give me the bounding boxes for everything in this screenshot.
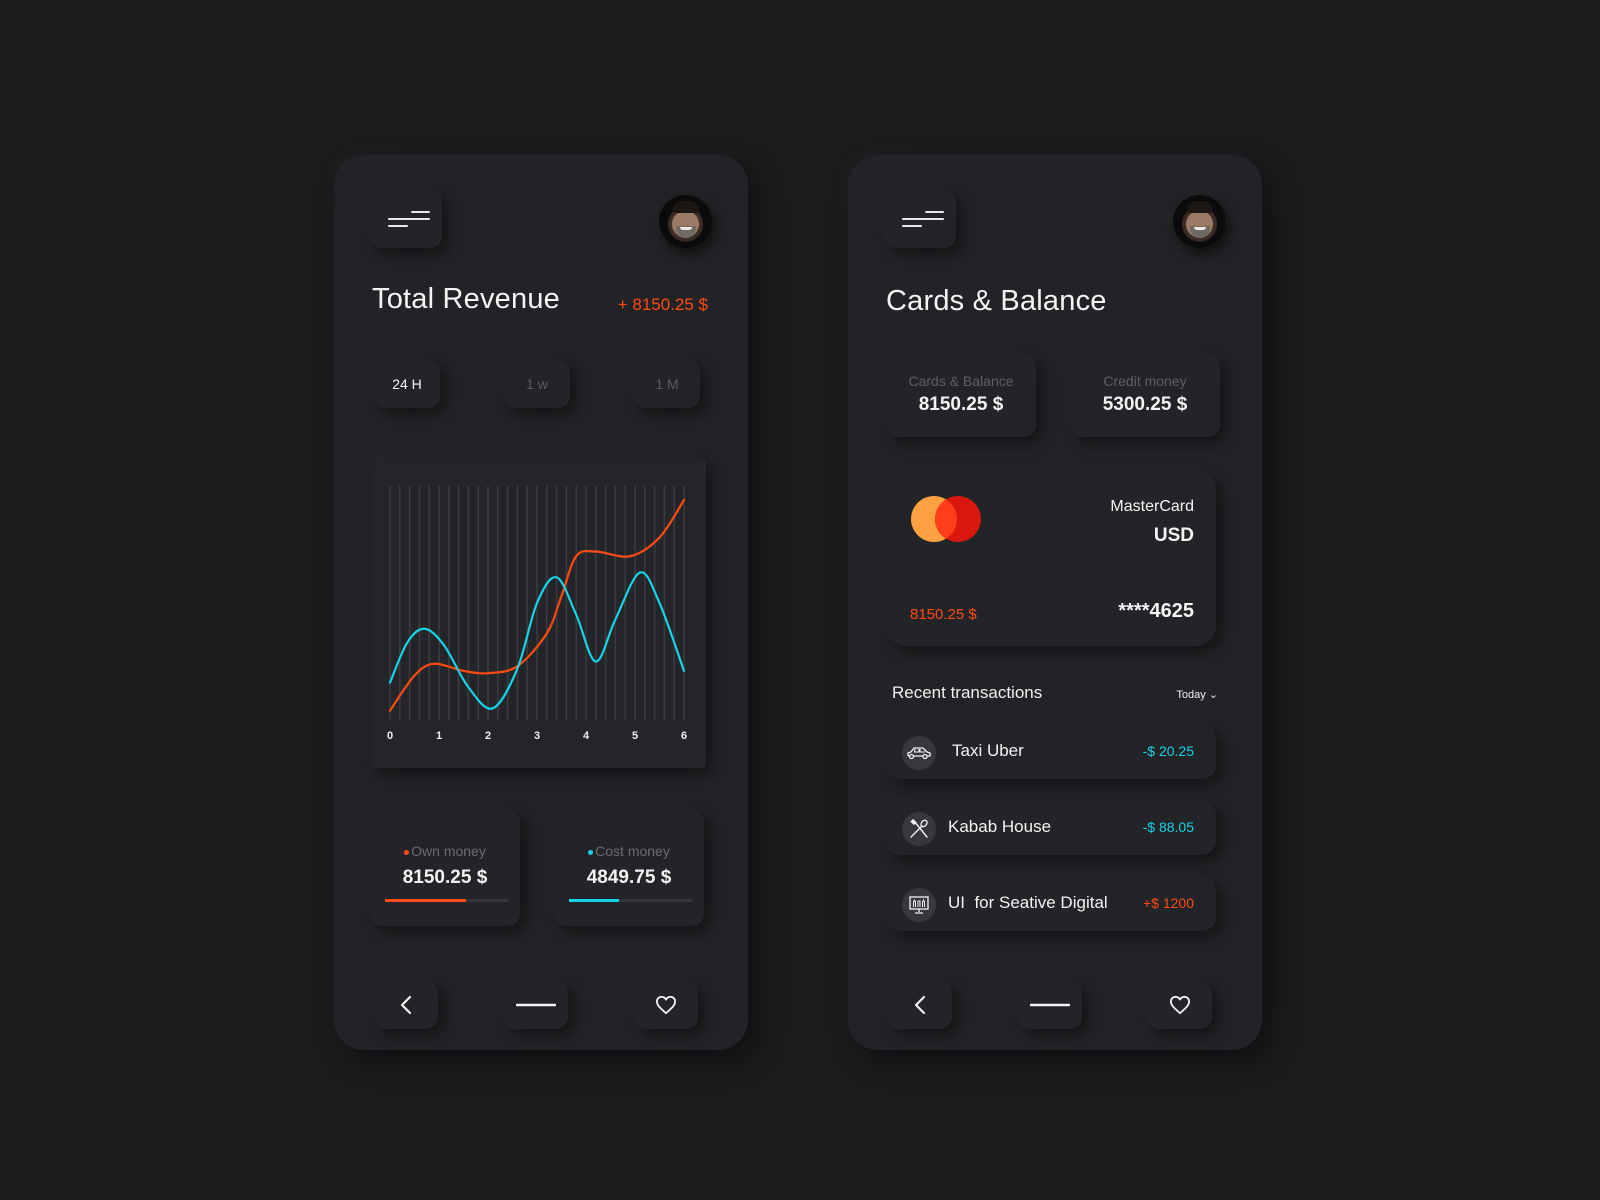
credit-money-card[interactable]: Credit money 5300.25 $ <box>1070 355 1220 437</box>
back-button[interactable] <box>888 981 952 1029</box>
x-tick-label: 1 <box>436 730 442 742</box>
own-money-progress-fill <box>385 899 467 902</box>
chevron-left-icon <box>914 995 926 1015</box>
cost-money-value: 4849.75 $ <box>586 867 672 888</box>
credit-money-value: 5300.25 $ <box>1102 394 1188 415</box>
revenue-screen: Total Revenue + 8150.25 $ 24 H 1 w 1 M 0… <box>334 155 748 1050</box>
revenue-amount: + 8150.25 $ <box>617 295 708 314</box>
tab-label: 1 w <box>526 376 548 392</box>
credit-money-label: Credit money <box>1103 373 1187 389</box>
cost-money-label: Cost money <box>595 843 670 859</box>
x-tick-label: 3 <box>534 730 540 742</box>
cost-money-label-row: Cost money <box>554 843 704 859</box>
transaction-amount: -$ 88.05 <box>1142 819 1194 835</box>
car-icon <box>902 736 936 770</box>
own-money-label-row: Own money <box>370 843 520 859</box>
tab-1w[interactable]: 1 w <box>504 360 570 408</box>
monitor-design-icon <box>902 888 936 922</box>
heart-icon <box>656 995 676 1015</box>
favorite-button[interactable] <box>1148 981 1212 1029</box>
orange-dot-icon <box>404 849 410 855</box>
tab-label: 1 M <box>655 376 679 392</box>
own-money-label: Own money <box>411 843 486 859</box>
cost-money-progress <box>569 899 692 902</box>
home-bar-icon <box>516 1003 556 1007</box>
transaction-row[interactable]: Kabab House -$ 88.05 <box>886 801 1216 855</box>
transaction-row[interactable]: Taxi Uber -$ 20.25 <box>886 725 1216 779</box>
cards-balance-card[interactable]: Cards & Balance 8150.25 $ <box>886 355 1036 437</box>
favorite-button[interactable] <box>634 981 698 1029</box>
tab-24h[interactable]: 24 H <box>374 360 440 408</box>
x-tick-label: 0 <box>387 730 393 742</box>
cards-balance-screen: Cards & Balance Cards & Balance 8150.25 … <box>848 155 1262 1050</box>
menu-button[interactable] <box>370 190 442 248</box>
user-avatar[interactable] <box>1173 195 1226 248</box>
x-tick-label: 2 <box>485 730 491 742</box>
tab-1m[interactable]: 1 M <box>634 360 700 408</box>
recent-transactions-title: Recent transactions <box>892 683 1043 702</box>
menu-button[interactable] <box>884 190 956 248</box>
transaction-name: Kabab House <box>948 817 1052 836</box>
x-tick-label: 5 <box>632 730 638 742</box>
card-balance: 8150.25 $ <box>910 606 977 623</box>
home-bar-icon <box>1030 1003 1070 1007</box>
home-button[interactable] <box>504 981 568 1029</box>
cards-balance-value: 8150.25 $ <box>918 394 1004 415</box>
chart-canvas: 0 1 2 3 4 5 6 <box>387 486 687 742</box>
cost-money-card[interactable]: Cost money 4849.75 $ <box>554 810 704 926</box>
revenue-chart: 0 1 2 3 4 5 6 <box>372 458 706 768</box>
own-money-card[interactable]: Own money 8150.25 $ <box>370 810 520 926</box>
home-button[interactable] <box>1018 981 1082 1029</box>
transaction-name: UI for Seative Digital <box>948 893 1108 912</box>
user-avatar[interactable] <box>659 195 712 248</box>
cyan-dot-icon <box>588 849 594 855</box>
transaction-amount: -$ 20.25 <box>1142 743 1194 759</box>
x-tick-label: 6 <box>681 730 687 742</box>
own-money-value: 8150.25 $ <box>402 867 488 888</box>
own-money-progress <box>385 899 508 902</box>
x-tick-label: 4 <box>583 730 590 742</box>
page-title: Total Revenue <box>372 283 560 315</box>
chart-x-ticks: 0 1 2 3 4 5 6 <box>387 730 687 742</box>
chevron-left-icon <box>400 995 412 1015</box>
transaction-amount: +$ 1200 <box>1143 895 1194 911</box>
utensils-icon <box>902 812 936 846</box>
page-title: Cards & Balance <box>886 285 1107 317</box>
card-currency: USD <box>1153 525 1194 546</box>
heart-icon <box>1169 995 1190 1015</box>
cards-balance-label: Cards & Balance <box>908 373 1014 389</box>
tab-label: 24 H <box>392 376 422 392</box>
back-button[interactable] <box>374 981 438 1029</box>
card-brand: MasterCard <box>1110 498 1194 515</box>
transaction-name: Taxi Uber <box>952 741 1024 760</box>
mastercard-logo-icon <box>911 496 981 542</box>
cost-money-progress-fill <box>569 899 620 902</box>
date-filter-dropdown[interactable]: Today ⌄ <box>1176 688 1218 701</box>
transaction-row[interactable]: UI for Seative Digital +$ 1200 <box>886 877 1216 931</box>
card-number: ****4625 <box>1118 600 1194 622</box>
mastercard-card[interactable]: MasterCard USD 8150.25 $ ****4625 <box>886 470 1216 646</box>
